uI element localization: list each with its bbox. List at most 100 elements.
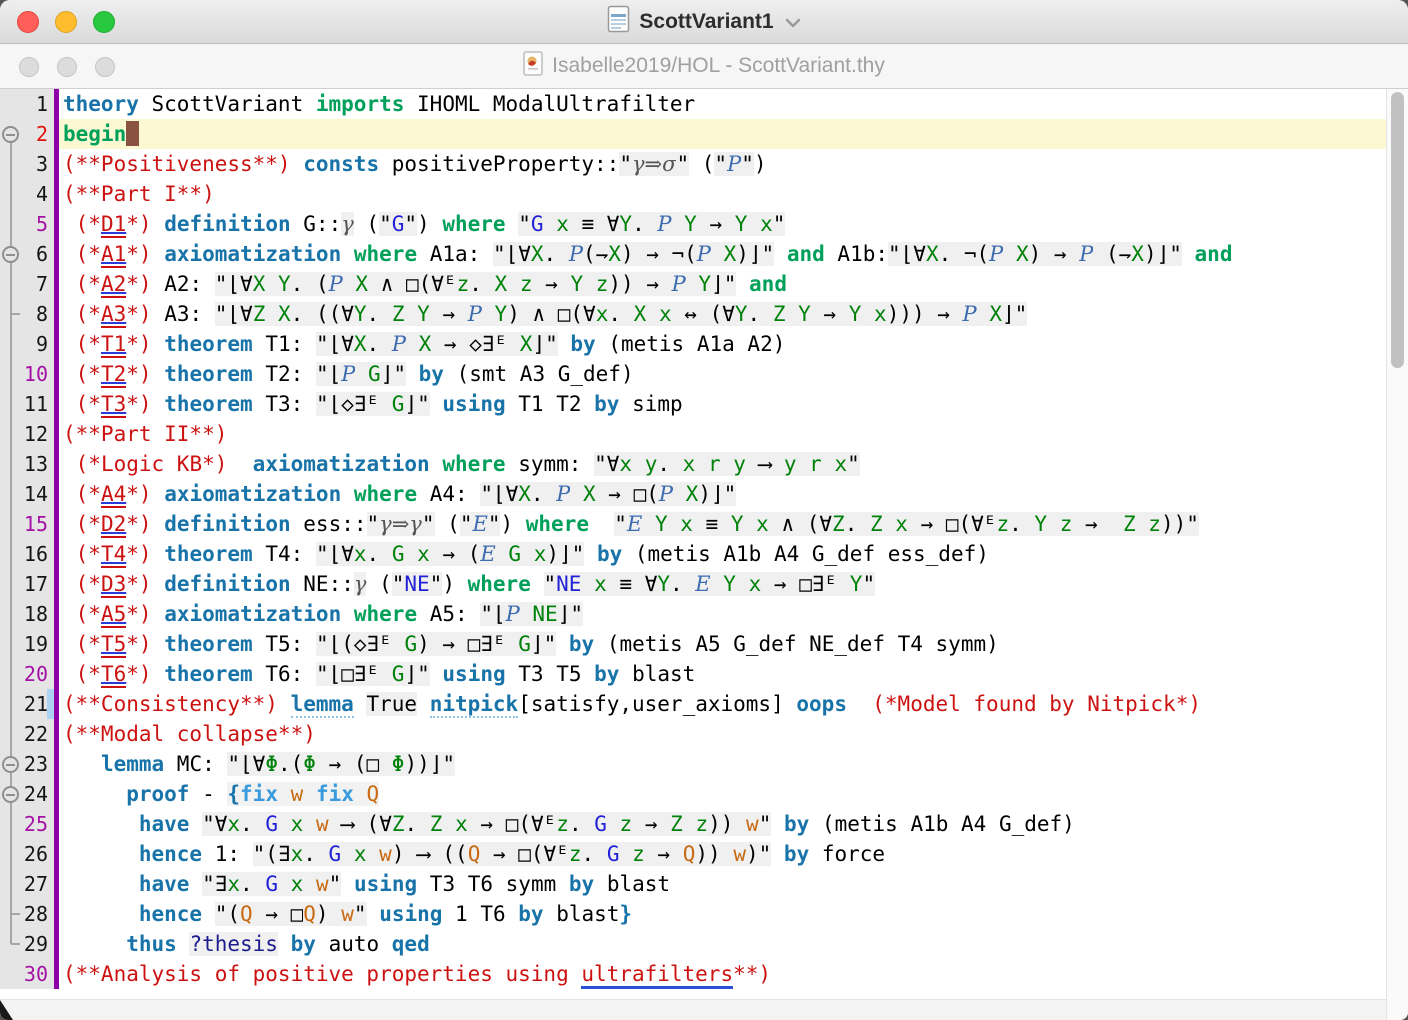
code-text[interactable]: (*A1*) axiomatization where A1a: "⌊∀X. P… xyxy=(59,239,1386,269)
code-token xyxy=(531,572,544,596)
code-token: γ⇒σ xyxy=(632,152,676,176)
code-text[interactable]: (*D3*) definition NE::γ ("NE") where "NE… xyxy=(59,569,1386,599)
code-token: ⌋" xyxy=(531,632,556,656)
gutter-cell[interactable]: 24 xyxy=(0,779,59,809)
code-token: lemma xyxy=(101,752,164,776)
code-text[interactable]: (**Part II**) xyxy=(59,419,1386,449)
fold-collapse-icon[interactable] xyxy=(2,786,19,803)
code-token: ess:: xyxy=(291,512,367,536)
fold-collapse-icon[interactable] xyxy=(2,246,19,263)
code-line: 26 hence 1: "(∃x. G x w) ⟶ ((Q → □(∀ᴱz. … xyxy=(0,839,1386,869)
code-token: T6 xyxy=(101,662,126,688)
code-text[interactable]: lemma MC: "⌊∀Φ.(Φ → (□ Φ))⌋" xyxy=(59,749,1386,779)
code-text[interactable]: (*A3*) A3: "⌊∀Z X. ((∀Y. Z Y → P Y) ∧ □(… xyxy=(59,299,1386,329)
code-token: "( xyxy=(215,902,240,926)
gutter-cell[interactable]: 20 xyxy=(0,659,59,689)
gutter-cell[interactable]: 9 xyxy=(0,329,59,359)
line-number: 17 xyxy=(24,569,48,599)
code-text[interactable]: (*D2*) definition ess::"γ⇒γ" ("E") where… xyxy=(59,509,1386,539)
fold-collapse-icon[interactable] xyxy=(2,756,19,773)
code-token xyxy=(152,212,165,236)
gutter-cell[interactable]: 17 xyxy=(0,569,59,599)
gutter-cell[interactable]: 25 xyxy=(0,809,59,839)
code-text[interactable]: (*D1*) definition G::γ ("G") where "G x … xyxy=(59,209,1386,239)
gutter-cell[interactable]: 4 xyxy=(0,179,59,209)
code-text[interactable]: (**Part I**) xyxy=(59,179,1386,209)
code-text[interactable]: (*A4*) axiomatization where A4: "⌊∀X. P … xyxy=(59,479,1386,509)
gutter-cell[interactable]: 8 xyxy=(0,299,59,329)
code-text[interactable]: (**Consistency**) lemma True nitpick[sat… xyxy=(59,689,1386,719)
code-text[interactable]: have "∃x. G x w" using T3 T6 symm by bla… xyxy=(59,869,1386,899)
code-token: ) ∧ □(∀ xyxy=(507,302,596,326)
gutter-cell[interactable]: 14 xyxy=(0,479,59,509)
gutter-cell[interactable]: 19 xyxy=(0,629,59,659)
gutter-cell[interactable]: 26 xyxy=(0,839,59,869)
code-token: (**Analysis of positive properties using xyxy=(63,962,581,986)
code-text[interactable]: (**Analysis of positive properties using… xyxy=(59,959,1386,989)
code-text[interactable]: proof - {fix w fix Q xyxy=(59,779,1386,809)
gutter-cell[interactable]: 28 xyxy=(0,899,59,929)
code-token: → xyxy=(697,212,735,236)
gutter-cell[interactable]: 30 xyxy=(0,959,59,989)
gutter-cell[interactable]: 1 xyxy=(0,89,59,119)
code-text[interactable]: (**Positiveness**) consts positiveProper… xyxy=(59,149,1386,179)
code-token: . xyxy=(367,302,392,326)
code-token: . xyxy=(531,482,556,506)
code-text[interactable]: (*T2*) theorem T2: "⌊P G⌋" by (smt A3 G_… xyxy=(59,359,1386,389)
gutter-cell[interactable]: 7 xyxy=(0,269,59,299)
code-text[interactable]: (*T4*) theorem T4: "⌊∀x. G x → (E G x)⌋"… xyxy=(59,539,1386,569)
gutter-cell[interactable]: 6 xyxy=(0,239,59,269)
code-text[interactable]: begin xyxy=(59,119,1386,149)
code-text[interactable]: thus ?thesis by auto qed xyxy=(59,929,1386,959)
code-line: 30 (**Analysis of positive properties usi… xyxy=(0,959,1386,989)
code-text[interactable]: (*A2*) A2: "⌊∀X Y. (P X ∧ □(∀ᴱz. X z → Y… xyxy=(59,269,1386,299)
code-token: (* xyxy=(76,392,101,416)
title-chevron-icon[interactable] xyxy=(785,10,801,34)
gutter-cell[interactable]: 3 xyxy=(0,149,59,179)
vertical-scrollbar[interactable] xyxy=(1386,89,1408,1020)
code-line: 24 proof - {fix w fix Q xyxy=(0,779,1386,809)
code-text[interactable]: (*T1*) theorem T1: "⌊∀X. P X → ◇∃ᴱ X⌋" b… xyxy=(59,329,1386,359)
code-token: 1 T6 xyxy=(442,902,518,926)
code-token: and xyxy=(787,242,825,266)
code-text[interactable]: hence 1: "(∃x. G x w) ⟶ ((Q → □(∀ᴱz. G z… xyxy=(59,839,1386,869)
code-text[interactable]: (*T5*) theorem T5: "⌊(◇∃ᴱ G) → □∃ᴱ G⌋" b… xyxy=(59,629,1386,659)
code-text[interactable]: have "∀x. G x w ⟶ (∀Z. Z x → □(∀ᴱz. G z … xyxy=(59,809,1386,839)
code-token xyxy=(63,902,139,926)
code-token: . xyxy=(632,212,657,236)
code-token: P xyxy=(697,242,711,266)
gutter-cell[interactable]: 11 xyxy=(0,389,59,419)
code-text[interactable]: (*Logic KB*) axiomatization where symm: … xyxy=(59,449,1386,479)
code-text[interactable]: hence "(Q → □Q) w" using 1 T6 by blast} xyxy=(59,899,1386,929)
gutter-cell[interactable]: 5 xyxy=(0,209,59,239)
code-token: imports xyxy=(316,92,405,116)
gutter-cell[interactable]: 13 xyxy=(0,449,59,479)
line-number: 30 xyxy=(24,959,48,989)
text-area[interactable]: 1theory ScottVariant imports IHOML Modal… xyxy=(0,89,1386,1020)
gutter-cell[interactable]: 22 xyxy=(0,719,59,749)
gutter-cell[interactable]: 2 xyxy=(0,119,59,149)
fold-guide-line xyxy=(10,629,12,659)
gutter-cell[interactable]: 27 xyxy=(0,869,59,899)
gutter-cell[interactable]: 15 xyxy=(0,509,59,539)
gutter-cell[interactable]: 18 xyxy=(0,599,59,629)
code-line: 3(**Positiveness**) consts positivePrope… xyxy=(0,149,1386,179)
gutter-cell[interactable]: 12 xyxy=(0,419,59,449)
code-text[interactable]: (*A5*) axiomatization where A5: "⌊P NE⌋" xyxy=(59,599,1386,629)
horizontal-scrollbar[interactable] xyxy=(0,999,1386,1020)
fold-guide-line xyxy=(10,449,12,479)
code-text[interactable]: (**Modal collapse**) xyxy=(59,719,1386,749)
fold-collapse-icon[interactable] xyxy=(2,126,19,143)
gutter-cell[interactable]: 23 xyxy=(0,749,59,779)
code-token: 1: xyxy=(202,842,253,866)
gutter-cell[interactable]: 21 xyxy=(0,689,59,719)
code-text[interactable]: (*T3*) theorem T3: "⌊◇∃ᴱ G⌋" using T1 T2… xyxy=(59,389,1386,419)
code-text[interactable]: theory ScottVariant imports IHOML ModalU… xyxy=(59,89,1386,119)
gutter-cell[interactable]: 29 xyxy=(0,929,59,959)
code-token: w xyxy=(316,872,329,896)
code-token: theorem xyxy=(164,362,253,386)
code-text[interactable]: (*T6*) theorem T6: "⌊□∃ᴱ G⌋" using T3 T5… xyxy=(59,659,1386,689)
vertical-scrollbar-thumb[interactable] xyxy=(1391,92,1404,368)
gutter-cell[interactable]: 16 xyxy=(0,539,59,569)
gutter-cell[interactable]: 10 xyxy=(0,359,59,389)
